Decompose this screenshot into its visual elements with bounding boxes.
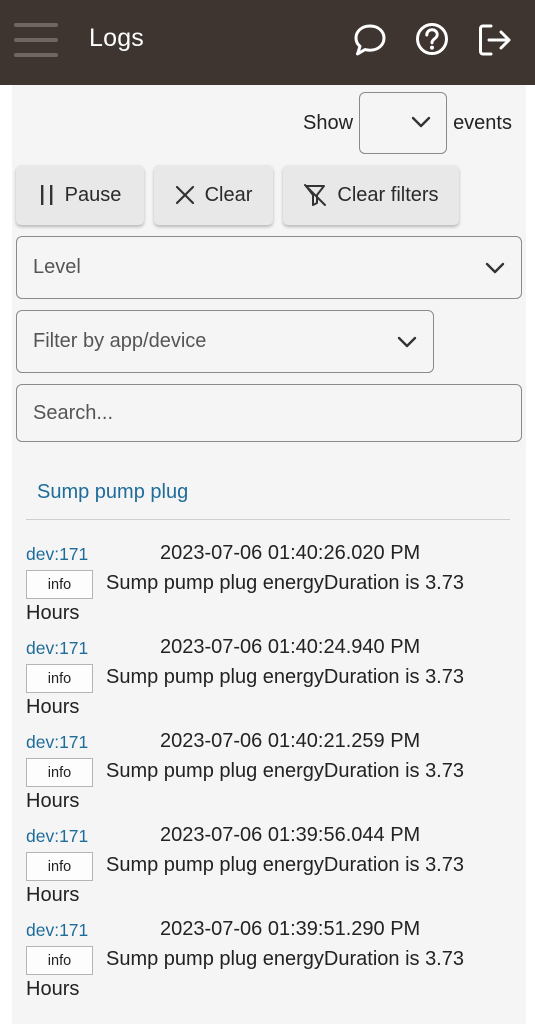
close-icon [175,185,194,205]
events-count-select[interactable] [359,92,448,154]
app-bar: Logs [0,0,535,85]
log-message: Sump pump plug energyDuration is 3.73 [106,572,464,594]
pause-button[interactable]: Pause [16,165,144,225]
log-message: Sump pump plug energyDuration is 3.73 [106,666,464,688]
search-placeholder: Search... [33,401,114,424]
divider [26,519,510,520]
chevron-down-icon [397,336,417,347]
log-source-link[interactable]: dev:171 [26,920,88,941]
log-message-continued: Hours [26,696,80,718]
log-level-badge: info [26,570,93,599]
log-message: Sump pump plug energyDuration is 3.73 [106,948,464,970]
log-entry: dev:171 2023-07-06 01:39:51.290 PM info … [26,918,516,1014]
log-message: Sump pump plug energyDuration is 3.73 [106,854,464,876]
log-entry: dev:171 2023-07-06 01:40:24.940 PM info … [26,636,516,732]
menu-icon[interactable] [14,23,58,57]
device-filter-link[interactable]: Sump pump plug [37,481,188,504]
log-timestamp: 2023-07-06 01:39:51.290 PM [160,918,421,940]
log-level-badge: info [26,758,93,787]
filter-off-icon [304,184,327,206]
pause-button-label: Pause [64,183,122,206]
log-source-link[interactable]: dev:171 [26,826,88,847]
log-source-link[interactable]: dev:171 [26,638,88,659]
chat-bubble-icon[interactable] [352,20,388,60]
log-message-continued: Hours [26,790,80,812]
show-events-row: Show events [303,92,512,154]
app-device-filter-select[interactable]: Filter by app/device [16,310,434,373]
log-message-continued: Hours [26,884,80,906]
chevron-down-icon [411,116,431,128]
level-select[interactable]: Level [16,236,522,299]
clear-filters-button-label: Clear filters [337,183,439,206]
clear-button-label: Clear [204,183,253,206]
log-entry: dev:171 2023-07-06 01:39:56.044 PM info … [26,824,516,920]
help-circle-icon[interactable] [414,20,450,60]
show-label: Show [303,111,354,134]
clear-filters-button[interactable]: Clear filters [283,165,459,225]
log-timestamp: 2023-07-06 01:40:26.020 PM [160,542,421,564]
log-source-link[interactable]: dev:171 [26,732,88,753]
log-message-continued: Hours [26,978,80,1000]
log-message: Sump pump plug energyDuration is 3.73 [106,760,464,782]
clear-button[interactable]: Clear [154,165,273,225]
log-entry: dev:171 2023-07-06 01:40:21.259 PM info … [26,730,516,826]
log-level-badge: info [26,852,93,881]
level-placeholder: Level [33,256,81,278]
log-timestamp: 2023-07-06 01:40:21.259 PM [160,730,421,752]
pause-icon [40,185,53,205]
log-source-link[interactable]: dev:171 [26,544,88,565]
logout-icon[interactable] [477,20,513,60]
log-timestamp: 2023-07-06 01:40:24.940 PM [160,636,421,658]
log-level-badge: info [26,664,93,693]
log-level-badge: info [26,946,93,975]
chevron-down-icon [485,262,505,273]
log-timestamp: 2023-07-06 01:39:56.044 PM [160,824,421,846]
search-input[interactable]: Search... [16,384,522,442]
app-device-placeholder: Filter by app/device [33,330,207,352]
page-title: Logs [89,24,145,52]
events-label: events [453,111,512,134]
log-message-continued: Hours [26,602,80,624]
log-entry: dev:171 2023-07-06 01:40:26.020 PM info … [26,542,516,638]
logs-panel: Show events Pause Clear Clear filters Le… [12,85,526,1024]
